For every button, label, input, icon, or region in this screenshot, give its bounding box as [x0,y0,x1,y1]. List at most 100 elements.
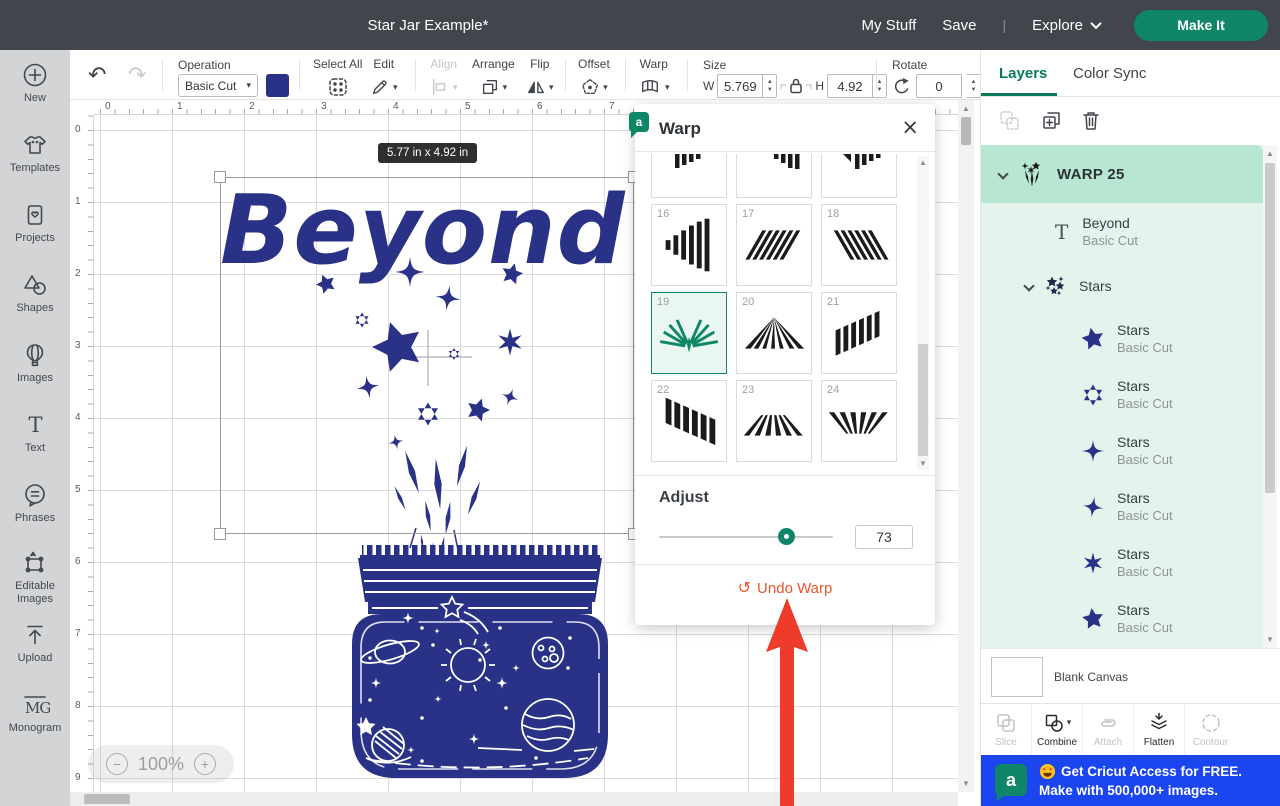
chevron-down-icon: ▾ [1067,717,1072,728]
arrange-button[interactable]: Arrange ▾ [472,57,515,98]
close-icon[interactable]: × [901,115,919,139]
scroll-down-icon[interactable]: ▼ [958,779,974,788]
scrollbar-thumb[interactable] [84,794,130,804]
sidebar-item-upload[interactable]: Upload [0,622,70,665]
layer-row-stars[interactable]: StarsBasic Cut [981,591,1263,647]
canvas-vertical-scrollbar[interactable]: ▲ ▼ [958,100,974,792]
sidebar-item-projects[interactable]: Projects [0,202,70,245]
warp-style-19-selected[interactable]: 19 [651,292,727,374]
warp-style-17[interactable]: 17 [736,204,812,286]
chevron-down-icon[interactable] [1023,280,1034,291]
chevron-down-icon: ▾ [393,82,398,93]
scroll-up-icon[interactable]: ▲ [917,158,929,167]
layers-scrollbar[interactable]: ▲ ▼ [1263,145,1277,648]
zoom-in-button[interactable]: + [194,753,216,775]
warp-grid-scrollbar[interactable]: ▲ ▼ [917,156,929,470]
ruler-number: 2 [75,268,81,279]
warp-style-20[interactable]: 20 [736,292,812,374]
tab-color-sync[interactable]: Color Sync [1073,65,1146,82]
layer-row-stars[interactable]: StarsBasic Cut [981,311,1263,367]
sidebar-item-phrases[interactable]: Phrases [0,482,70,525]
layer-row-stars[interactable]: StarsBasic Cut [981,535,1263,591]
width-input[interactable] [717,74,763,98]
warp-style-24[interactable]: 24 [821,380,897,462]
flip-button[interactable]: Flip ▾ [526,57,554,98]
scroll-up-icon[interactable]: ▲ [958,104,974,113]
warp-style-18[interactable]: 18 [821,204,897,286]
combine-button[interactable]: ▾ Combine [1032,704,1083,755]
scrollbar-thumb[interactable] [1265,163,1275,493]
rotate-stepper[interactable]: ▲▼ [967,74,981,98]
adjust-value-input[interactable] [855,525,913,549]
select-all-button[interactable]: Select All [313,57,362,98]
lock-icon[interactable] [779,75,813,97]
scroll-up-icon[interactable]: ▲ [1263,149,1277,158]
layer-row-stars[interactable]: StarsBasic Cut [981,423,1263,479]
tab-layers[interactable]: Layers [999,65,1047,82]
sidebar-item-new[interactable]: New [0,62,70,105]
sidebar-item-editable-images[interactable]: Editable Images [0,550,70,606]
undo-icon[interactable]: ↶ [88,62,106,88]
warp-style-14[interactable] [736,154,812,198]
sidebar-label: Upload [18,652,53,665]
ruler-number: 6 [75,556,81,567]
selection-handle-top-left[interactable] [214,171,226,183]
edit-button[interactable]: Edit ▾ [370,57,398,98]
undo-warp-button[interactable]: ↺ Undo Warp [635,578,935,598]
layer-row-beyond[interactable]: T BeyondBasic Cut [981,203,1263,261]
layer-operation: Basic Cut [1117,340,1173,355]
warp-style-21[interactable]: 21 [821,292,897,374]
warp-style-16[interactable]: 16 [651,204,727,286]
adjust-slider-thumb[interactable] [778,528,795,545]
cricut-access-banner[interactable]: a Get Cricut Access for FREE. Make with … [981,755,1280,806]
top-bar-divider: | [1003,17,1007,33]
star-jar-graphic[interactable] [352,545,608,778]
layer-row-stars[interactable]: StarsBasic Cut [981,367,1263,423]
ruler-number: 1 [75,196,81,207]
warp-style-22[interactable]: 22 [651,380,727,462]
trash-icon[interactable] [1081,110,1101,136]
color-swatch[interactable] [266,74,289,97]
my-stuff-link[interactable]: My Stuff [862,17,917,34]
selection-handle-bottom-left[interactable] [214,528,226,540]
chevron-down-icon[interactable] [997,168,1008,179]
layer-row-stars[interactable]: StarsBasic Cut [981,479,1263,535]
ruler-number: 9 [75,772,81,783]
scrollbar-thumb[interactable] [918,344,928,456]
warp-style-15[interactable] [821,154,897,198]
selection-bounding-box[interactable] [220,177,634,534]
sidebar-item-text[interactable]: T Text [0,412,70,455]
operation-dropdown[interactable]: Basic Cut ▾ [178,74,258,97]
warp-style-13[interactable] [651,154,727,198]
width-stepper[interactable]: ▲▼ [763,74,777,98]
zoom-out-button[interactable]: − [106,753,128,775]
layer-row-warp-group[interactable]: WARP 25 [981,145,1263,203]
scroll-down-icon[interactable]: ▼ [917,459,929,468]
offset-button[interactable]: Offset ▾ [578,57,610,98]
adjust-slider-track[interactable] [659,536,833,538]
duplicate-icon[interactable] [1041,110,1062,136]
sidebar-item-shapes[interactable]: Shapes [0,272,70,315]
svg-text:MG: MG [25,699,50,717]
flatten-button[interactable]: Flatten [1134,704,1185,755]
sidebar-item-templates[interactable]: Templates [0,132,70,175]
warp-button[interactable]: Warp ▾ [638,57,670,98]
rotate-input[interactable] [916,74,962,98]
height-input[interactable] [827,74,873,98]
canvas-horizontal-scrollbar[interactable] [70,792,958,806]
blank-canvas-swatch[interactable] [991,657,1043,697]
scroll-down-icon[interactable]: ▼ [1263,635,1277,644]
sidebar-label: Phrases [15,512,55,525]
sidebar-item-monogram[interactable]: MG Monogram [0,692,70,735]
rotate-icon[interactable] [892,77,911,96]
make-it-button[interactable]: Make It [1134,10,1268,41]
sidebar-item-images[interactable]: Images [0,342,70,385]
scrollbar-thumb[interactable] [961,117,971,145]
plus-circle-icon [22,62,48,88]
layer-row-stars-group[interactable]: Stars [981,261,1263,311]
action-label: Combine [1037,737,1077,748]
redo-icon[interactable]: ↷ [128,62,146,88]
save-link[interactable]: Save [942,17,976,34]
explore-menu[interactable]: Explore [1032,17,1100,34]
warp-style-23[interactable]: 23 [736,380,812,462]
